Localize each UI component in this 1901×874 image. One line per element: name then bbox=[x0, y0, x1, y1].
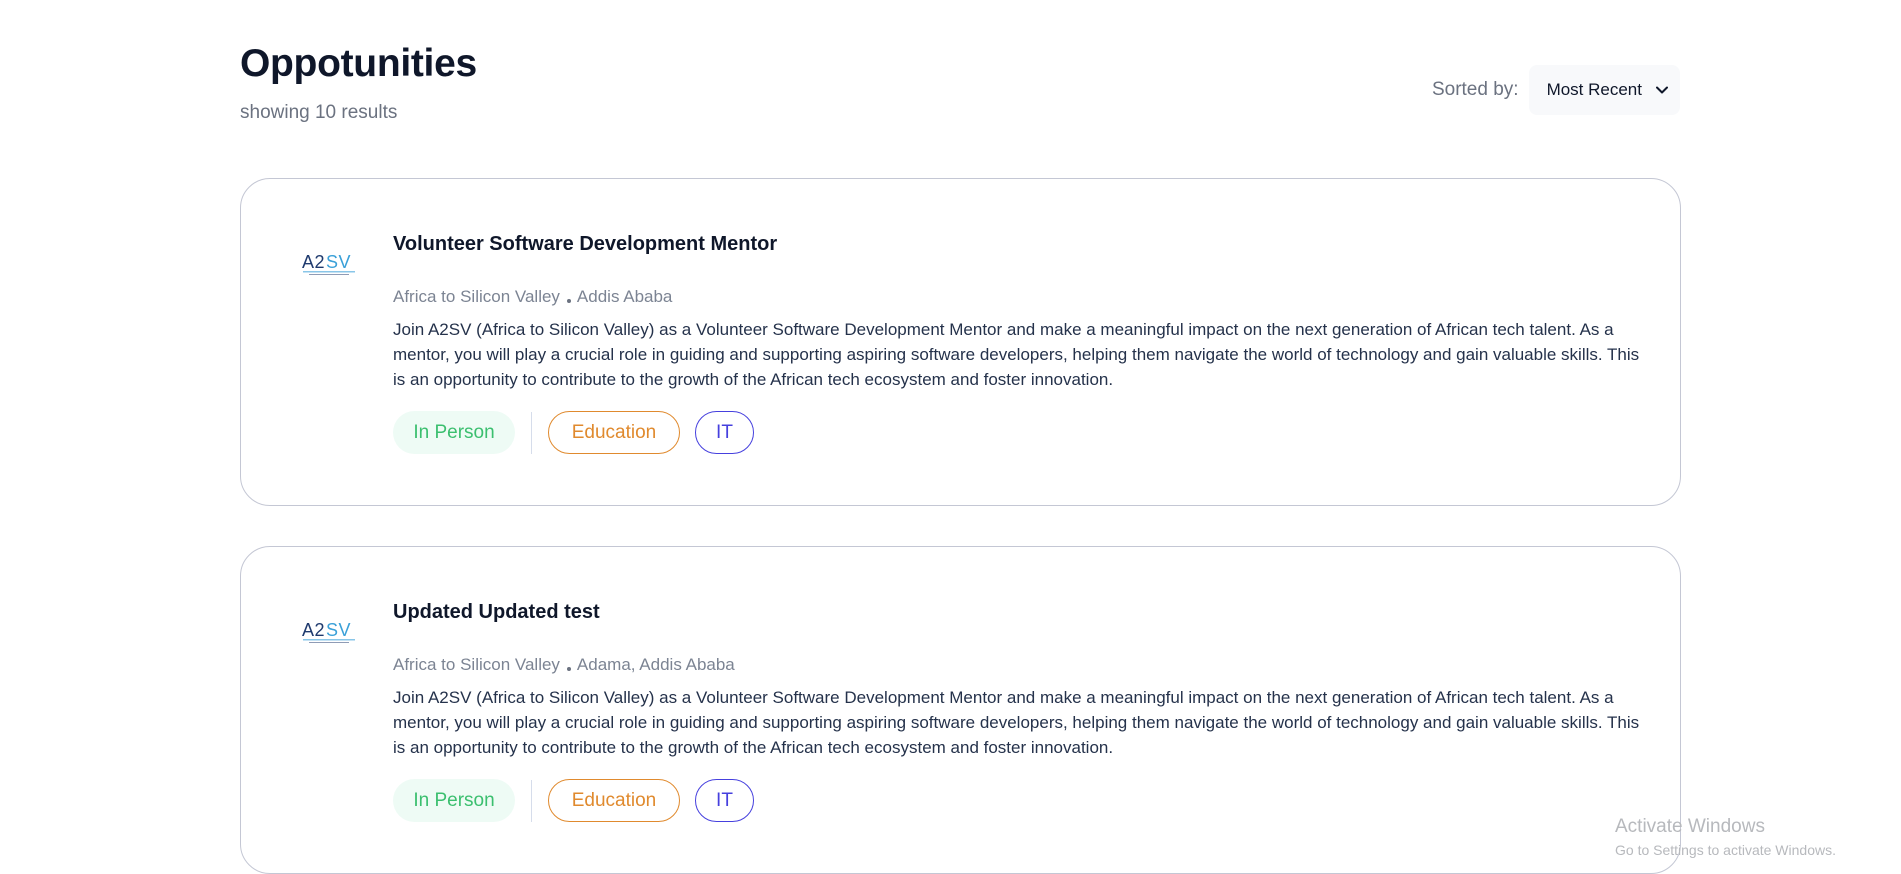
tag-in-person: In Person bbox=[393, 779, 515, 822]
chevron-down-icon bbox=[1656, 86, 1668, 94]
svg-text:A2: A2 bbox=[302, 252, 325, 272]
sort-selected-value: Most Recent bbox=[1546, 80, 1642, 99]
separator-dot-icon bbox=[566, 667, 571, 671]
tag-divider bbox=[531, 411, 532, 454]
company-name: Africa to Silicon Valley bbox=[393, 655, 560, 674]
company-logo: A2 SV bbox=[301, 619, 359, 645]
card-title[interactable]: Updated Updated test bbox=[393, 601, 600, 624]
card-meta: Africa to Silicon Valley Addis Ababa bbox=[393, 287, 672, 307]
svg-text:SV: SV bbox=[326, 620, 351, 640]
tag-divider bbox=[531, 779, 532, 822]
tag-list: In Person Education IT bbox=[393, 411, 754, 454]
windows-activation-watermark: Activate Windows Go to Settings to activ… bbox=[1615, 816, 1836, 858]
company-logo: A2 SV bbox=[301, 251, 359, 277]
location: Adama, Addis Ababa bbox=[576, 655, 735, 674]
page-header: Oppotunities showing 10 results Sorted b… bbox=[240, 42, 1680, 132]
svg-text:SV: SV bbox=[326, 252, 351, 272]
card-description: Join A2SV (Africa to Silicon Valley) as … bbox=[393, 688, 1640, 757]
watermark-subtitle: Go to Settings to activate Windows. bbox=[1615, 842, 1836, 858]
card-meta: Africa to Silicon Valley Adama, Addis Ab… bbox=[393, 655, 735, 675]
separator-dot-icon bbox=[566, 299, 571, 303]
company-name: Africa to Silicon Valley bbox=[393, 287, 560, 306]
card-title[interactable]: Volunteer Software Development Mentor bbox=[393, 233, 777, 256]
watermark-title: Activate Windows bbox=[1615, 816, 1765, 837]
page-title: Oppotunities bbox=[240, 42, 477, 85]
location: Addis Ababa bbox=[576, 287, 673, 306]
sort-dropdown[interactable]: Most Recent bbox=[1528, 65, 1680, 115]
tag-it: IT bbox=[695, 779, 754, 822]
tag-in-person: In Person bbox=[393, 411, 515, 454]
tag-education: Education bbox=[548, 779, 680, 822]
tag-education: Education bbox=[548, 411, 680, 454]
svg-text:A2: A2 bbox=[302, 620, 325, 640]
card-description: Join A2SV (Africa to Silicon Valley) as … bbox=[393, 320, 1640, 389]
opportunity-card[interactable]: A2 SV Volunteer Software Development Men… bbox=[240, 178, 1681, 506]
tag-list: In Person Education IT bbox=[393, 779, 754, 822]
results-count: showing 10 results bbox=[240, 102, 398, 123]
sort-control: Sorted by: Most Recent bbox=[1432, 65, 1680, 115]
opportunities-page: Oppotunities showing 10 results Sorted b… bbox=[0, 0, 1901, 874]
sort-label: Sorted by: bbox=[1431, 79, 1519, 100]
opportunity-card[interactable]: A2 SV Updated Updated test Africa to Sil… bbox=[240, 546, 1681, 874]
tag-it: IT bbox=[695, 411, 754, 454]
